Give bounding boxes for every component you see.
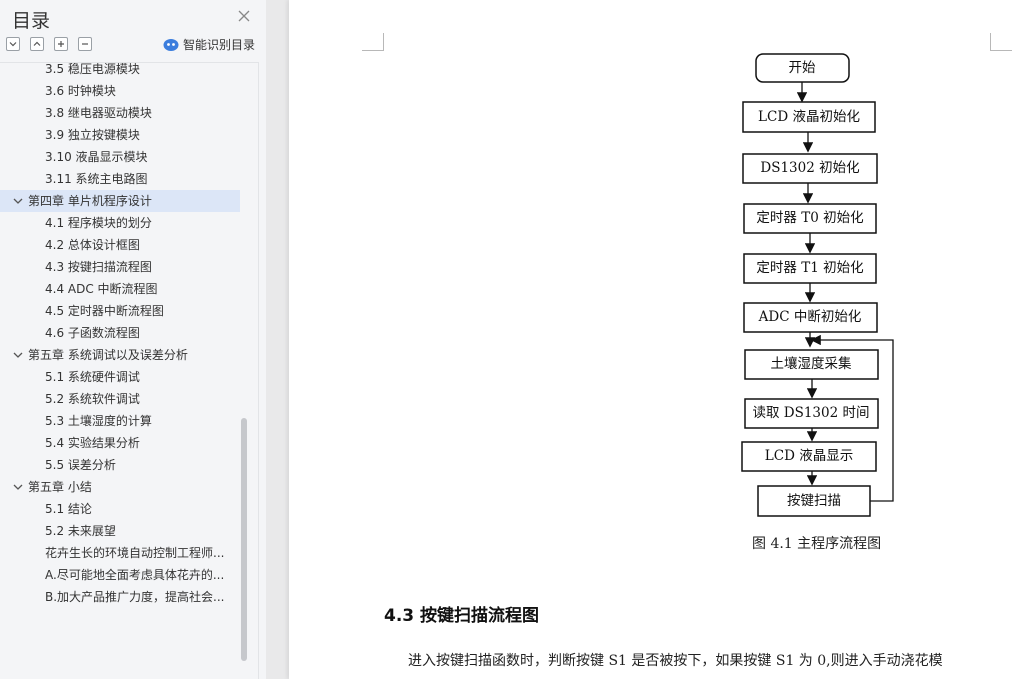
section-heading: 4.3 按键扫描流程图 bbox=[384, 606, 540, 626]
main-flowchart: 开始 LCD 液晶初始化 DS1302 初始化 定时器 T0 初始化 定时器 T… bbox=[741, 53, 894, 517]
flow-label-soil-sample: 土壤湿度采集 bbox=[771, 355, 852, 372]
flow-label-lcd-display: LCD 液晶显示 bbox=[765, 448, 853, 464]
flow-label-lcd-init: LCD 液晶初始化 bbox=[758, 108, 860, 125]
flowchart-connectors bbox=[796, 82, 894, 502]
flow-label-read-time: 读取 DS1302 时间 bbox=[752, 405, 869, 421]
flow-label-ds1302-init: DS1302 初始化 bbox=[760, 159, 859, 176]
flow-label-adc-init: ADC 中断初始化 bbox=[758, 308, 862, 325]
figure-caption: 图 4.1 主程序流程图 bbox=[752, 536, 882, 552]
flow-label-t1-init: 定时器 T1 初始化 bbox=[756, 259, 863, 276]
flow-label-t0-init: 定时器 T0 初始化 bbox=[756, 209, 863, 226]
flow-label-start: 开始 bbox=[789, 60, 817, 76]
flow-label-key-scan: 按键扫描 bbox=[787, 493, 841, 509]
body-paragraph: 进入按键扫描函数时，判断按键 S1 是否被按下，如果按键 S1 为 0,则进入手… bbox=[408, 653, 943, 669]
